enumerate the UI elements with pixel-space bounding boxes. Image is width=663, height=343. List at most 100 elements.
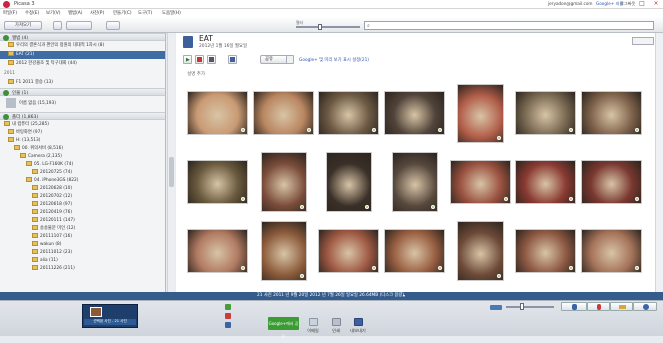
menu-edit[interactable]: 수정(E) <box>25 10 39 16</box>
sidebar-scrollbar[interactable] <box>167 33 175 292</box>
photo-thumbnail[interactable] <box>261 152 307 212</box>
share-dropdown-icon[interactable] <box>286 55 294 64</box>
folder-item[interactable]: 송송불문 미인 (12) <box>32 225 75 233</box>
folder-item[interactable]: alia (11) <box>32 257 58 265</box>
photo-thumbnail[interactable] <box>187 160 248 204</box>
close-button[interactable]: × <box>650 0 662 8</box>
people-item[interactable]: 이름 없음 (15,193) <box>0 97 165 110</box>
photo-thumbnail[interactable] <box>581 229 642 273</box>
section-albums[interactable]: 앨범 (4) <box>0 33 165 41</box>
people-button[interactable] <box>561 302 587 311</box>
view-toggle-button[interactable] <box>66 21 92 30</box>
thumbnail-size-slider[interactable] <box>506 306 554 308</box>
menu-album[interactable]: 앨범(A) <box>68 10 83 16</box>
photo-thumbnail[interactable] <box>187 91 248 135</box>
photo-thumbnail[interactable] <box>261 221 307 281</box>
folder-item[interactable]: 20120628 (10) <box>32 185 72 193</box>
photo-thumbnail[interactable] <box>515 160 576 204</box>
photo-thumbnail[interactable] <box>515 91 576 135</box>
year-group[interactable]: 2011 <box>4 70 164 78</box>
google-plus-share-button[interactable]: Google+에서 공유 <box>268 317 299 339</box>
album-item[interactable]: 2012 한강몰조 및 탁구대회 (44) <box>0 60 165 68</box>
places-button[interactable] <box>587 302 610 311</box>
view-mode-toggle[interactable] <box>632 37 654 45</box>
folder-item[interactable]: 20120419 (76) <box>32 209 72 217</box>
photo-thumbnail[interactable] <box>450 160 511 204</box>
upload-status-icon <box>497 274 501 278</box>
add-to-album-icon[interactable] <box>225 322 231 328</box>
folder-item[interactable]: 05. LG-F160K (74) <box>26 161 73 169</box>
upload-status-icon <box>372 128 376 132</box>
folder-item[interactable]: 바탕화면 (97) <box>8 129 42 137</box>
caption-input[interactable]: 설명 추가 <box>187 71 205 77</box>
menu-help[interactable]: 도움말(H) <box>162 10 181 16</box>
print-button[interactable]: 인쇄 <box>325 318 347 334</box>
folder-item[interactable]: 04. iPhone3GS (822) <box>26 177 78 185</box>
folder-item[interactable]: 20120111 (147) <box>32 217 75 225</box>
tag-icon[interactable] <box>490 305 502 310</box>
import-button[interactable]: 가져오기 <box>4 21 42 30</box>
tags-button[interactable] <box>610 302 633 311</box>
clear-icon[interactable] <box>225 313 231 319</box>
share-settings-link[interactable]: Google+ 및 미리 보기 표시 설정(21) <box>299 57 369 63</box>
folder-item[interactable]: 20120725 (74) <box>32 169 72 177</box>
photo-thumbnail[interactable] <box>392 152 438 212</box>
folder-item[interactable]: 20111012 (23) <box>32 249 72 257</box>
photo-thumbnail[interactable] <box>187 229 248 273</box>
list-view-button[interactable] <box>53 21 62 30</box>
movie-button[interactable] <box>207 55 216 64</box>
scrollbar-thumb[interactable] <box>169 157 174 187</box>
folder-item[interactable]: Camera (2,135) <box>20 153 62 161</box>
print-icon <box>331 318 341 326</box>
user-email[interactable]: jeryadon@gmail.com <box>548 1 592 6</box>
hold-icon[interactable] <box>225 304 231 310</box>
folder-item[interactable]: 20120702 (12) <box>32 193 72 201</box>
minimize-button[interactable]: – <box>623 0 635 8</box>
menu-photo[interactable]: 사진(P) <box>90 10 104 16</box>
folder-item[interactable]: 20111107 (16) <box>32 233 72 241</box>
photo-thumbnail[interactable] <box>581 160 642 204</box>
menu-create[interactable]: 만들기(C) <box>113 10 132 16</box>
folder-item[interactable]: 20111226 (211) <box>32 265 75 273</box>
status-menu-icon[interactable]: ▾ <box>403 292 405 300</box>
folder-item[interactable]: 내 컴퓨터 (25,285) <box>4 121 49 129</box>
folder-label: 20111226 (211) <box>40 266 75 271</box>
photo-thumbnail[interactable] <box>515 229 576 273</box>
thumbnail-size-handle[interactable] <box>520 303 524 310</box>
album-item[interactable]: F1 2011 결승 (13) <box>0 79 165 87</box>
album-item[interactable]: 우리의 결혼식과 편안의 정원의 대대적 1차시 (8) <box>0 42 165 50</box>
export-bottom-button[interactable]: 내보내기 <box>347 318 369 334</box>
photo-thumbnail[interactable] <box>384 229 445 273</box>
album-item-eat[interactable]: EAT (21) <box>0 51 165 59</box>
filter-slider-handle[interactable] <box>318 24 322 30</box>
photo-thumbnail[interactable] <box>457 221 504 281</box>
export-button[interactable] <box>228 55 237 64</box>
maximize-button[interactable]: □ <box>636 0 648 8</box>
collage-button[interactable] <box>195 55 204 64</box>
play-slideshow-button[interactable]: ▶ <box>183 55 192 64</box>
album-title[interactable]: EAT <box>199 34 213 43</box>
folder-item[interactable]: 00. 위의서비 (8,516) <box>14 145 63 153</box>
folder-item[interactable]: 20120618 (97) <box>32 201 72 209</box>
photo-thumbnail[interactable] <box>326 152 372 212</box>
photo-thumbnail[interactable] <box>457 84 504 143</box>
filter-slider[interactable] <box>296 26 360 28</box>
menu-file[interactable]: 파일(F) <box>3 10 17 16</box>
menu-view[interactable]: 보기(V) <box>46 10 61 16</box>
tray-thumbnail[interactable] <box>90 307 102 317</box>
photo-thumbnail[interactable] <box>318 91 379 135</box>
photo-thumbnail[interactable] <box>318 229 379 273</box>
properties-button[interactable] <box>633 302 657 311</box>
photo-thumbnail[interactable] <box>384 91 445 135</box>
section-folders[interactable]: 폴더 (1,863) <box>0 112 165 120</box>
email-button[interactable]: 이메일 <box>302 318 324 334</box>
search-input[interactable]: ⌕ <box>364 21 654 30</box>
photo-thumbnail[interactable] <box>253 91 314 135</box>
menu-tools[interactable]: 도구(T) <box>138 10 152 16</box>
main-scrollbar[interactable] <box>655 33 663 292</box>
photo-thumbnail[interactable] <box>581 91 642 135</box>
section-people[interactable]: 인물 (1) <box>0 88 165 96</box>
folder-item[interactable]: H: (13,513) <box>8 137 40 145</box>
folder-item[interactable]: wakun (8) <box>32 241 61 249</box>
more-button[interactable] <box>106 21 120 30</box>
